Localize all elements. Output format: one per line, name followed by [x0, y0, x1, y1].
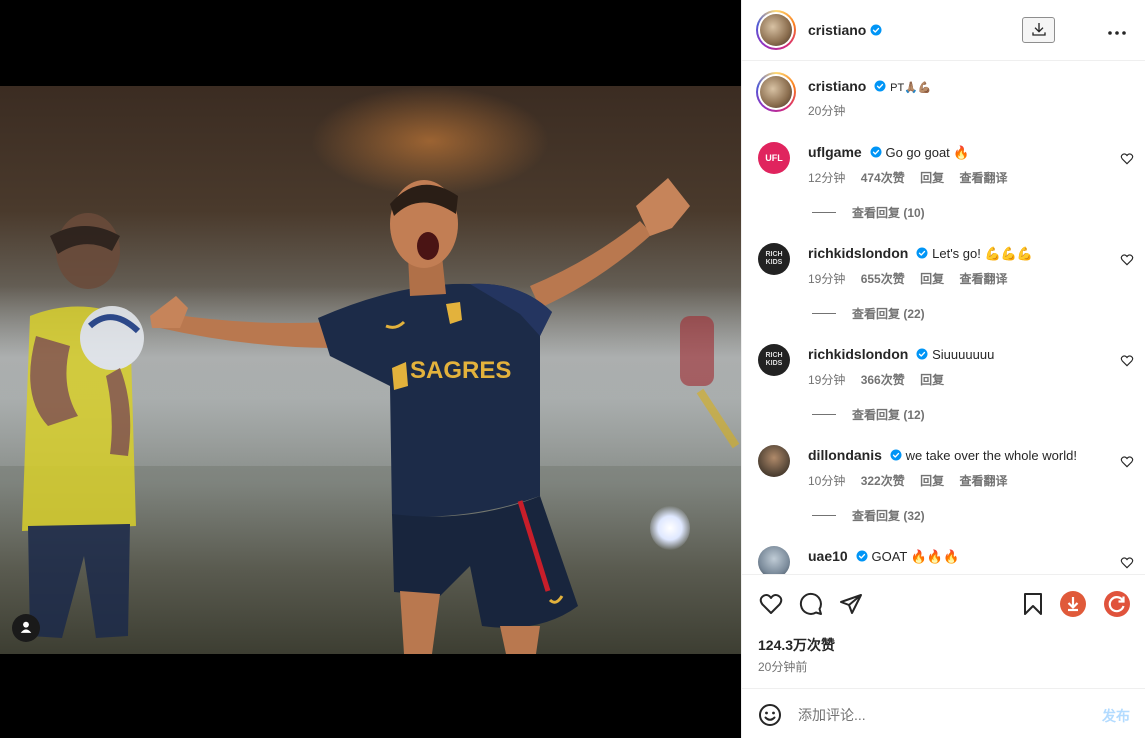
author-username[interactable]: cristiano	[808, 22, 866, 38]
svg-text:SAGRES: SAGRES	[410, 357, 511, 384]
comment-avatar[interactable]	[758, 546, 790, 574]
translate-button[interactable]: 查看翻译	[959, 474, 1007, 488]
reply-button[interactable]: 回复	[920, 474, 944, 488]
post-header: cristiano	[742, 0, 1145, 61]
verified-badge-icon	[870, 24, 882, 36]
comment-username[interactable]: uae10	[808, 548, 848, 564]
heart-icon[interactable]	[1120, 253, 1134, 267]
download-button[interactable]	[1022, 17, 1055, 43]
download-icon	[1031, 21, 1047, 40]
translate-button[interactable]: 查看翻译	[959, 171, 1007, 185]
more-options-button[interactable]	[1105, 18, 1129, 42]
comment-item: uae10 GOAT 🔥🔥🔥	[742, 544, 1145, 574]
heart-icon	[759, 594, 783, 614]
view-replies-button[interactable]: 查看回复 (32)	[812, 507, 925, 524]
comment-time: 19分钟	[808, 272, 846, 286]
comment-item: dillondanis we take over the whole world…	[742, 443, 1145, 533]
view-replies-button[interactable]: 查看回复 (22)	[812, 305, 925, 322]
comment-username[interactable]: richkidslondon	[808, 346, 908, 362]
post-side-panel: cristiano cristiano PT🙏🏽💪🏽 20分钟 UFL uflg…	[741, 0, 1145, 738]
comment-likes[interactable]: 655次赞	[861, 272, 905, 286]
refresh-button[interactable]	[1104, 591, 1130, 617]
heart-icon[interactable]	[1120, 354, 1134, 368]
reply-button[interactable]: 回复	[920, 373, 944, 387]
comments-list[interactable]: cristiano PT🙏🏽💪🏽 20分钟 UFL uflgame Go go …	[742, 62, 1145, 574]
comment-likes[interactable]: 322次赞	[861, 474, 905, 488]
comment-avatar[interactable]: RICH KIDS	[758, 344, 790, 376]
bookmark-icon	[1024, 593, 1042, 615]
comment-time: 10分钟	[808, 474, 846, 488]
comment-avatar[interactable]	[758, 445, 790, 477]
comment-likes[interactable]: 474次赞	[861, 171, 905, 185]
heart-icon[interactable]	[1120, 556, 1134, 570]
comment-time: 12分钟	[808, 171, 846, 185]
refresh-icon	[1104, 591, 1130, 617]
verified-badge-icon	[856, 550, 868, 562]
save-button[interactable]	[1020, 591, 1046, 617]
download-media-button[interactable]	[1060, 591, 1086, 617]
comment-text: Let's go! 💪💪💪	[932, 246, 1034, 261]
share-button[interactable]	[838, 591, 864, 617]
post-comment-button[interactable]: 发布	[1102, 706, 1130, 726]
translate-button[interactable]: 查看翻译	[959, 272, 1007, 286]
author-avatar[interactable]	[756, 10, 796, 50]
comment-text: Go go goat 🔥	[885, 145, 970, 160]
comment-avatar[interactable]: RICH KIDS	[758, 243, 790, 275]
download-icon	[1060, 591, 1086, 617]
comment-item: RICH KIDS richkidslondon Siuuuuuuu 19分钟 …	[742, 342, 1145, 432]
comment-avatar[interactable]: UFL	[758, 142, 790, 174]
like-count[interactable]: 124.3万次赞	[758, 635, 835, 655]
comment-input[interactable]	[798, 703, 1088, 727]
post-actions: 124.3万次赞 20分钟前	[742, 574, 1145, 688]
reply-button[interactable]: 回复	[920, 171, 944, 185]
comment-button[interactable]	[798, 591, 824, 617]
players-illustration: SAGRES	[22, 178, 740, 654]
comment-text: GOAT 🔥🔥🔥	[871, 549, 960, 564]
post-caption: cristiano PT🙏🏽💪🏽 20分钟	[756, 72, 1136, 122]
comment-username[interactable]: richkidslondon	[808, 245, 908, 261]
view-replies-button[interactable]: 查看回复 (10)	[812, 204, 925, 221]
comment-time: 19分钟	[808, 373, 846, 387]
caption-text: PT🙏🏽💪🏽	[890, 82, 932, 94]
verified-badge-icon	[916, 348, 928, 360]
caption-username[interactable]: cristiano	[808, 78, 866, 94]
comment-item: RICH KIDS richkidslondon Let's go! 💪💪💪 1…	[742, 241, 1145, 331]
more-icon	[1108, 22, 1126, 38]
view-replies-button[interactable]: 查看回复 (12)	[812, 406, 925, 423]
verified-badge-icon	[870, 146, 882, 158]
smile-icon[interactable]	[758, 703, 782, 727]
post-media[interactable]: SAGRES	[0, 0, 741, 738]
add-comment-bar: 发布	[742, 688, 1145, 738]
user-tag-icon	[19, 620, 33, 637]
comment-username[interactable]: uflgame	[808, 144, 862, 160]
verified-badge-icon	[874, 80, 886, 92]
like-button[interactable]	[758, 591, 784, 617]
verified-badge-icon	[916, 247, 928, 259]
heart-icon[interactable]	[1120, 152, 1134, 166]
comment-text: Siuuuuuuu	[932, 347, 995, 362]
comment-icon	[799, 592, 822, 615]
heart-icon[interactable]	[1120, 455, 1134, 469]
share-icon	[840, 594, 862, 614]
comment-text: we take over the whole world!	[905, 448, 1077, 463]
post-photo: SAGRES	[0, 86, 741, 654]
caption-time: 20分钟	[808, 104, 846, 118]
post-time: 20分钟前	[758, 660, 808, 674]
comment-likes[interactable]: 366次赞	[861, 373, 905, 387]
verified-badge-icon	[890, 449, 902, 461]
reply-button[interactable]: 回复	[920, 272, 944, 286]
comment-username[interactable]: dillondanis	[808, 447, 882, 463]
comment-item: UFL uflgame Go go goat 🔥 12分钟 474次赞 回复 查…	[742, 140, 1145, 230]
user-tag-button[interactable]	[12, 614, 40, 642]
caption-author-avatar[interactable]	[756, 72, 796, 112]
